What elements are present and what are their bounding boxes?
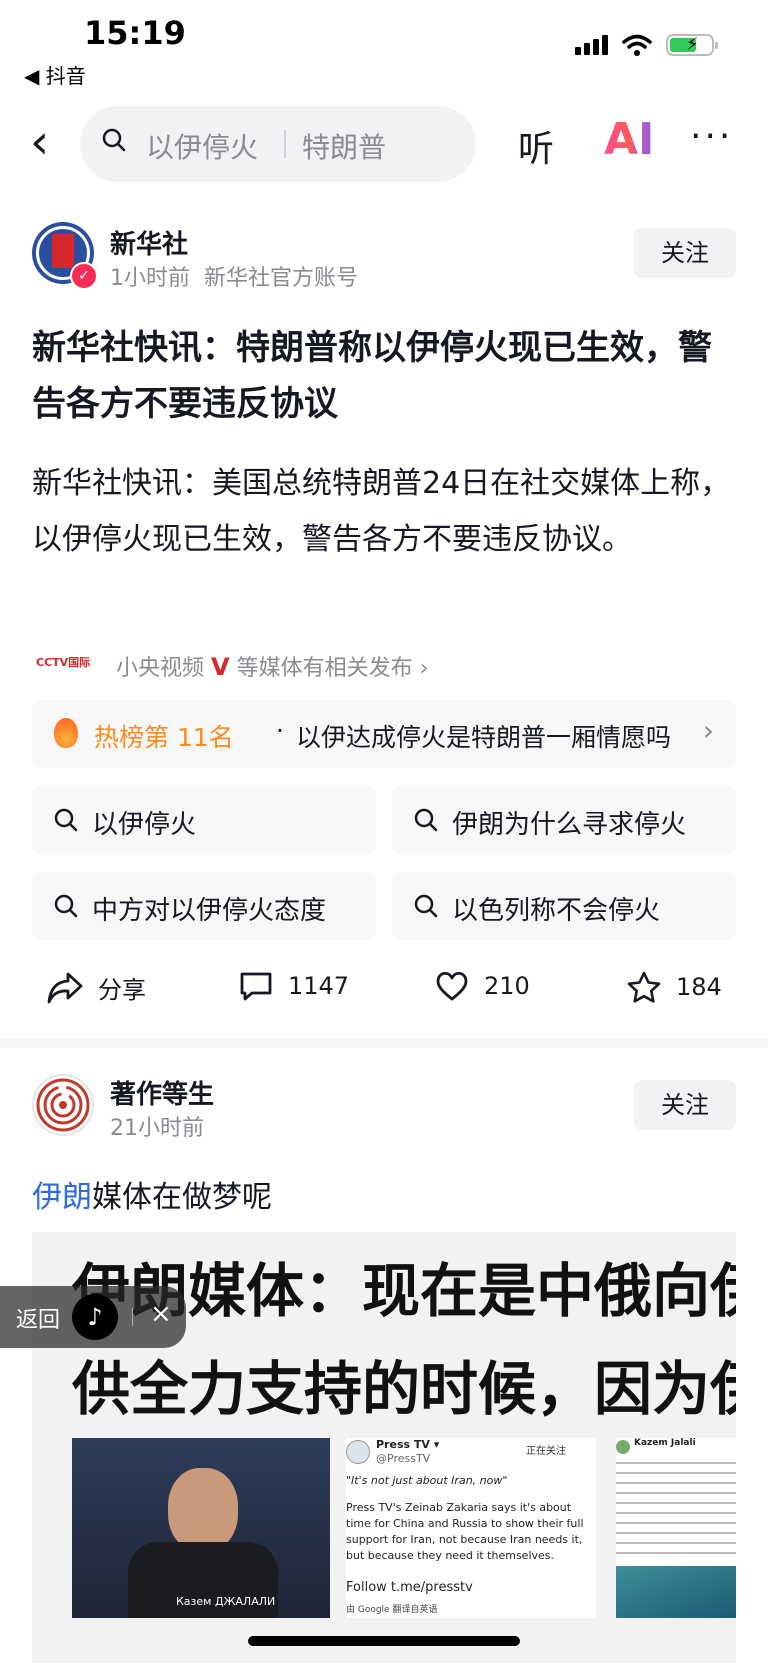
section-divider bbox=[0, 1038, 768, 1048]
chevron-right-icon: › bbox=[702, 714, 714, 747]
post-text-rest: 媒体在做梦呢 bbox=[92, 1180, 272, 1215]
source-logo: CCTV国际 bbox=[36, 656, 91, 669]
like-button[interactable]: 210 bbox=[434, 970, 530, 1002]
comment-count: 1147 bbox=[288, 972, 350, 1000]
chevron-left-icon[interactable]: ‹ bbox=[30, 118, 49, 166]
suggestion-chip[interactable]: 伊朗为什么寻求停火 bbox=[392, 786, 736, 854]
share-button[interactable]: 分享 bbox=[46, 970, 146, 1005]
tweet2-name: Kazem Jalali bbox=[634, 1438, 696, 1448]
status-icons: ⚡ bbox=[575, 34, 718, 56]
author-name[interactable]: 新华社 bbox=[110, 224, 188, 261]
cellular-signal-icon bbox=[575, 35, 608, 55]
ai-button[interactable]: AI bbox=[604, 114, 654, 165]
suggestion-label: 以伊停火 bbox=[92, 810, 197, 840]
suggestion-label: 以色列称不会停火 bbox=[452, 896, 661, 926]
tweet-screenshot: Press TV ▾ @PressTV 正在关注 "It's not just … bbox=[346, 1438, 596, 1618]
search-bar[interactable]: 以伊停火 特朗普 bbox=[80, 106, 476, 182]
speaker-photo: Казем ДЖАЛАЛИ bbox=[72, 1438, 330, 1618]
douyin-logo-icon: ♪ bbox=[72, 1294, 118, 1340]
more-options-button[interactable]: ··· bbox=[690, 116, 733, 157]
author-name[interactable]: 著作等生 bbox=[110, 1074, 214, 1111]
search-icon bbox=[54, 808, 78, 832]
image-headline: 供全力支持的时候，因为伊 bbox=[72, 1355, 736, 1423]
photo-caption: Казем ДЖАЛАЛИ bbox=[176, 1595, 276, 1608]
fire-icon bbox=[54, 718, 78, 748]
comment-icon bbox=[240, 972, 272, 1001]
account-description: 新华社官方账号 bbox=[204, 266, 359, 291]
like-count: 210 bbox=[484, 972, 530, 1000]
tweet-handle: @PressTV bbox=[376, 1452, 431, 1465]
suggestion-chip[interactable]: 以色列称不会停火 bbox=[392, 872, 736, 940]
suggestion-label: 中方对以伊停火态度 bbox=[92, 896, 327, 926]
heart-icon bbox=[436, 971, 468, 1001]
maze-logo-icon bbox=[36, 1078, 90, 1132]
star-icon bbox=[627, 971, 661, 1003]
favorite-button[interactable]: 184 bbox=[626, 970, 722, 1004]
post-body: 新华社快讯：美国总统特朗普24日在社交媒体上称，以伊停火现已生效，警告各方不要违… bbox=[32, 466, 731, 557]
tweet-name: Press TV ▾ bbox=[376, 1438, 440, 1451]
source-suffix: 等媒体有相关发布 › bbox=[236, 656, 429, 681]
post-meta: 1小时前 新华社官方账号 bbox=[110, 260, 358, 292]
tweet-screenshot-secondary: Kazem Jalali bbox=[616, 1438, 736, 1618]
tweet-translate: 由 Google 翻译自英语 bbox=[346, 1605, 438, 1615]
status-time: 15:19 bbox=[84, 14, 186, 52]
close-icon[interactable]: × bbox=[150, 1299, 172, 1329]
comment-button[interactable]: 1147 bbox=[238, 970, 349, 1002]
follow-button[interactable]: 关注 bbox=[634, 1080, 736, 1130]
hot-ranking-bar[interactable]: 热榜第 11名 · 以伊达成停火是特朗普一厢情愿吗 › bbox=[32, 700, 736, 768]
follow-button[interactable]: 关注 bbox=[634, 228, 736, 278]
post-time: 21小时前 bbox=[110, 1116, 204, 1141]
source-name: 小央视频 bbox=[116, 656, 205, 681]
tweet2-image bbox=[616, 1566, 736, 1618]
share-icon bbox=[47, 972, 83, 1003]
search-query-primary: 以伊停火 bbox=[146, 131, 259, 164]
listen-button[interactable]: 听 bbox=[518, 120, 554, 172]
hot-dot: · bbox=[276, 716, 284, 745]
verified-v-icon: V bbox=[211, 653, 230, 681]
verified-icon: ✓ bbox=[70, 262, 98, 290]
search-icon bbox=[54, 894, 78, 918]
suggestion-label: 伊朗为什么寻求停火 bbox=[452, 810, 687, 840]
search-query-secondary: 特朗普 bbox=[302, 131, 387, 164]
search-icon bbox=[414, 894, 438, 918]
hot-topic: 以伊达成停火是特朗普一厢情愿吗 bbox=[296, 723, 672, 752]
hashtag-link[interactable]: 伊朗 bbox=[32, 1180, 92, 1215]
tweet-link: Follow t.me/presstv bbox=[346, 1580, 473, 1595]
search-icon bbox=[102, 128, 126, 152]
return-floating-bar[interactable]: 返回 ♪ × bbox=[0, 1286, 186, 1348]
share-label: 分享 bbox=[98, 976, 146, 1004]
return-button[interactable]: 返回 bbox=[16, 1302, 60, 1334]
home-indicator[interactable] bbox=[248, 1636, 520, 1646]
search-divider bbox=[284, 130, 286, 158]
suggestion-chip[interactable]: 以伊停火 bbox=[32, 786, 376, 854]
wifi-icon bbox=[622, 34, 652, 56]
post-text: 伊朗媒体在做梦呢 bbox=[32, 1172, 272, 1216]
suggestion-chip[interactable]: 中方对以伊停火态度 bbox=[32, 872, 376, 940]
tweet-quote: "It's not just about Iran, now" bbox=[346, 1474, 508, 1487]
tweet-body: Press TV's Zeinab Zakaria says it's abou… bbox=[346, 1501, 584, 1562]
related-sources-link[interactable]: 小央视频 V 等媒体有相关发布 › bbox=[116, 650, 428, 682]
tweet-follow: 正在关注 bbox=[526, 1446, 566, 1457]
favorite-count: 184 bbox=[676, 973, 722, 1001]
battery-icon: ⚡ bbox=[666, 34, 718, 56]
presstv-avatar bbox=[346, 1440, 370, 1464]
tweet2-text-lines bbox=[616, 1462, 736, 1562]
search-icon bbox=[414, 808, 438, 832]
back-to-app-link[interactable]: ◀ 抖音 bbox=[24, 60, 86, 89]
hot-rank: 热榜第 11名 bbox=[94, 723, 234, 752]
tweet2-avatar bbox=[616, 1440, 630, 1454]
post-time: 1小时前 bbox=[110, 266, 190, 291]
avatar-author[interactable] bbox=[32, 1074, 94, 1136]
return-separator bbox=[132, 1308, 133, 1326]
post-title: 新华社快讯：特朗普称以伊停火现已生效，警告各方不要违反协议 bbox=[32, 328, 712, 424]
